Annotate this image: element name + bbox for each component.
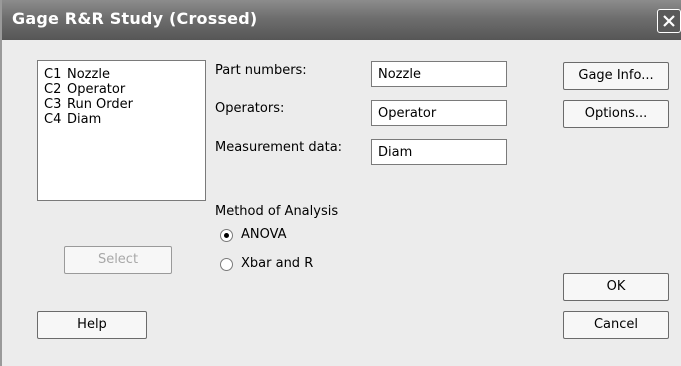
column-number: C4: [44, 112, 62, 127]
xbar-and-r-label[interactable]: Xbar and R: [241, 256, 313, 271]
column-name: Run Order: [67, 97, 134, 112]
xbar-and-r-radio[interactable]: [220, 258, 233, 271]
column-number: C1: [44, 67, 62, 82]
measurement-data-field[interactable]: Diam: [371, 139, 507, 165]
dialog-title: Gage R&R Study (Crossed): [12, 9, 258, 28]
gage-info-button[interactable]: Gage Info...: [563, 62, 669, 90]
cancel-button[interactable]: Cancel: [563, 311, 669, 339]
column-name: Nozzle: [67, 67, 110, 82]
radio-selected-dot: [224, 233, 229, 238]
select-button[interactable]: Select: [64, 246, 172, 274]
operators-label: Operators:: [215, 101, 285, 116]
column-number: C3: [44, 97, 62, 112]
options-button[interactable]: Options...: [563, 100, 669, 128]
part-numbers-field[interactable]: Nozzle: [371, 61, 507, 87]
close-icon: [663, 15, 675, 27]
gage-rr-dialog: Gage R&R Study (Crossed) C1 Nozzle C2 Op…: [0, 0, 681, 366]
anova-label[interactable]: ANOVA: [241, 227, 287, 242]
method-of-analysis-label: Method of Analysis: [215, 204, 339, 219]
anova-radio[interactable]: [220, 229, 233, 242]
close-button[interactable]: [657, 9, 681, 33]
column-name: Operator: [67, 82, 126, 97]
operators-field[interactable]: Operator: [371, 100, 507, 126]
measurement-data-label: Measurement data:: [215, 140, 343, 155]
help-button[interactable]: Help: [37, 311, 147, 339]
ok-button[interactable]: OK: [563, 273, 669, 301]
column-listbox[interactable]: C1 Nozzle C2 Operator C3 Run Order C4 Di…: [37, 60, 206, 201]
column-name: Diam: [67, 112, 102, 127]
part-numbers-label: Part numbers:: [215, 63, 307, 78]
title-bar: Gage R&R Study (Crossed): [2, 0, 681, 40]
column-number: C2: [44, 82, 62, 97]
